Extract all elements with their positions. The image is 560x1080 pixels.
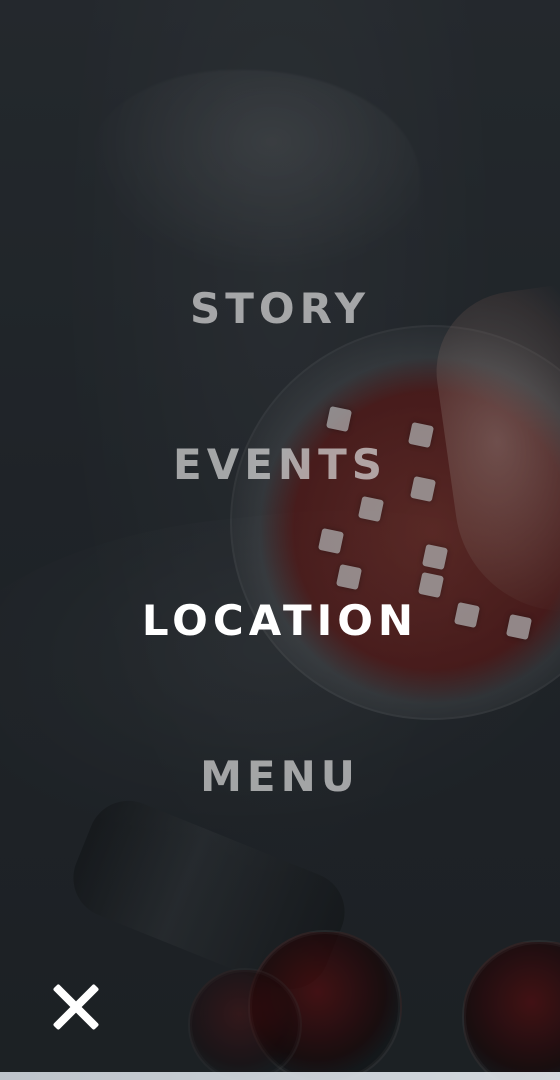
nav-item-label: STORY: [189, 284, 371, 333]
nav-item-events[interactable]: EVENTS: [0, 444, 560, 486]
main-nav: STORY EVENTS LOCATION MENU: [0, 0, 560, 1080]
nav-item-story[interactable]: STORY: [0, 288, 560, 330]
close-icon[interactable]: [46, 978, 104, 1036]
nav-item-label: EVENTS: [173, 440, 387, 489]
bottom-strip: [0, 1072, 560, 1080]
mobile-menu-screen: STORY EVENTS LOCATION MENU: [0, 0, 560, 1080]
nav-item-menu[interactable]: MENU: [0, 756, 560, 798]
nav-item-location[interactable]: LOCATION: [0, 600, 560, 642]
nav-item-label: LOCATION: [141, 596, 419, 645]
nav-item-label: MENU: [200, 752, 360, 801]
